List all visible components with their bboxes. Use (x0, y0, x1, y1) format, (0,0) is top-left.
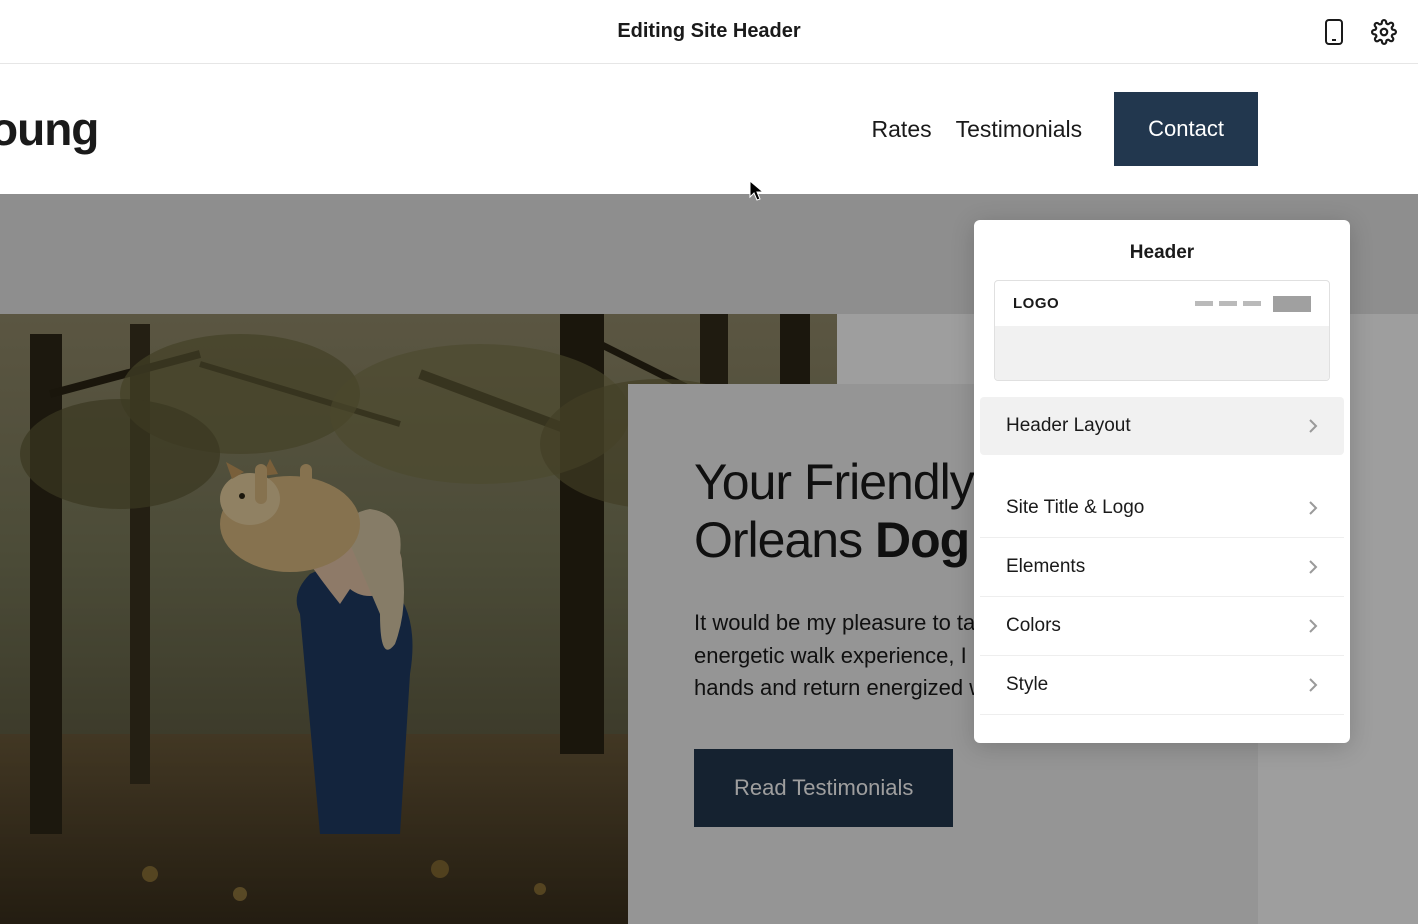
site-title[interactable]: oung (0, 102, 98, 156)
panel-item-style[interactable]: Style (980, 656, 1344, 715)
panel-item-label: Style (1006, 674, 1048, 696)
chevron-right-icon (1308, 418, 1318, 434)
panel-title: Header (974, 220, 1350, 280)
header-settings-panel: Header LOGO Header Layout Site Title & L… (974, 220, 1350, 743)
site-header: oung Rates Testimonials Contact (0, 64, 1418, 194)
editor-toolbar: Editing Site Header (0, 0, 1418, 64)
panel-item-label: Site Title & Logo (1006, 497, 1144, 519)
layout-preview-navitem (1243, 301, 1261, 306)
editor-actions (1320, 0, 1398, 63)
nav-link-testimonials[interactable]: Testimonials (956, 116, 1083, 143)
chevron-right-icon (1308, 559, 1318, 575)
mobile-preview-button[interactable] (1320, 18, 1348, 46)
panel-item-site-title-logo[interactable]: Site Title & Logo (980, 479, 1344, 538)
nav-link-rates[interactable]: Rates (872, 116, 932, 143)
panel-item-label: Header Layout (1006, 415, 1131, 437)
nav-links: Rates Testimonials Contact (872, 92, 1258, 166)
chevron-right-icon (1308, 618, 1318, 634)
layout-preview-top: LOGO (995, 281, 1329, 326)
layout-preview-logo: LOGO (1013, 295, 1189, 312)
panel-item-header-layout[interactable]: Header Layout (980, 397, 1344, 455)
header-layout-preview[interactable]: LOGO (994, 280, 1330, 381)
settings-button[interactable] (1370, 18, 1398, 46)
panel-item-colors[interactable]: Colors (980, 597, 1344, 656)
chevron-right-icon (1308, 677, 1318, 693)
panel-item-label: Elements (1006, 556, 1085, 578)
layout-preview-body (995, 326, 1329, 380)
chevron-right-icon (1308, 500, 1318, 516)
layout-preview-navitem (1195, 301, 1213, 306)
gear-icon (1371, 19, 1397, 45)
mobile-icon (1324, 18, 1344, 46)
editor-mode-title: Editing Site Header (617, 20, 800, 43)
contact-button[interactable]: Contact (1114, 92, 1258, 166)
layout-preview-navitem (1219, 301, 1237, 306)
panel-item-elements[interactable]: Elements (980, 538, 1344, 597)
panel-item-label: Colors (1006, 615, 1061, 637)
layout-preview-cta (1273, 296, 1311, 312)
